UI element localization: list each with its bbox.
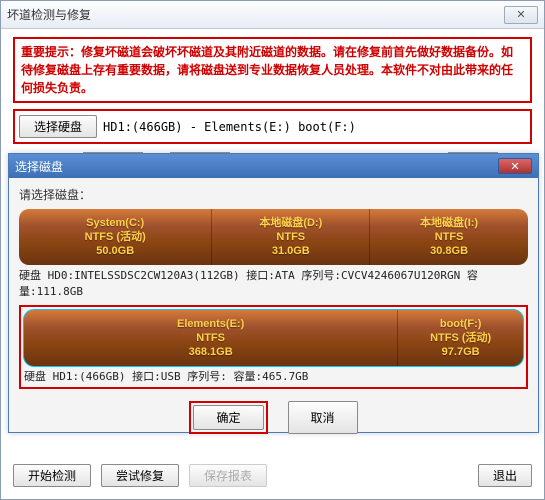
part-name: System(C:) <box>86 216 144 230</box>
select-disk-dialog: 选择磁盘 ✕ 请选择磁盘： ↖ System(C:) NTFS (活动) 50.… <box>8 153 539 433</box>
close-icon: ✕ <box>516 8 525 21</box>
part-size: 30.8GB <box>430 244 468 258</box>
dialog-prompt: 请选择磁盘： <box>19 186 528 203</box>
part-size: 368.1GB <box>189 345 233 359</box>
save-report-button[interactable]: 保存报表 <box>189 464 267 487</box>
part-fs: NTFS <box>276 230 305 244</box>
selected-disk-text: HD1:(466GB) - Elements(E:) boot(F:) <box>103 120 526 134</box>
exit-button[interactable]: 退出 <box>478 464 532 487</box>
disk0-bar[interactable]: ↖ System(C:) NTFS (活动) 50.0GB 本地磁盘(D:) N… <box>19 209 528 265</box>
partition[interactable]: boot(F:) NTFS (活动) 97.7GB <box>398 310 523 366</box>
disk-select-row: 选择硬盘 HD1:(466GB) - Elements(E:) boot(F:) <box>13 109 532 144</box>
partition[interactable]: Elements(E:) NTFS 368.1GB <box>24 310 398 366</box>
disk1-info: 硬盘 HD1:(466GB) 接口:USB 序列号: 容量:465.7GB <box>24 368 523 384</box>
part-fs: NTFS <box>196 331 225 345</box>
part-size: 50.0GB <box>96 244 134 258</box>
part-name: 本地磁盘(I:) <box>420 216 478 230</box>
dialog-body: 请选择磁盘： ↖ System(C:) NTFS (活动) 50.0GB 本地磁… <box>9 178 538 442</box>
disk1-highlight: Elements(E:) NTFS 368.1GB boot(F:) NTFS … <box>19 305 528 389</box>
part-name: Elements(E:) <box>177 317 244 331</box>
ok-button[interactable]: 确定 <box>193 405 263 430</box>
disk0-info: 硬盘 HD0:INTELSSDSC2CW120A3(112GB) 接口:ATA … <box>19 267 528 299</box>
part-fs: NTFS <box>435 230 464 244</box>
warning-text: 重要提示：修复坏磁道会破坏坏磁道及其附近磁道的数据。请在修复前首先做好数据备份。… <box>13 37 532 103</box>
start-scan-button[interactable]: 开始检测 <box>13 464 91 487</box>
main-window: 坏道检测与修复 ✕ 重要提示：修复坏磁道会破坏坏磁道及其附近磁道的数据。请在修复… <box>0 0 545 500</box>
dialog-close-button[interactable]: ✕ <box>498 158 532 174</box>
disk0-group: ↖ System(C:) NTFS (活动) 50.0GB 本地磁盘(D:) N… <box>19 209 528 299</box>
dialog-title: 选择磁盘 <box>15 158 498 175</box>
part-size: 31.0GB <box>272 244 310 258</box>
window-close-button[interactable]: ✕ <box>504 6 538 24</box>
try-repair-button[interactable]: 尝试修复 <box>101 464 179 487</box>
part-name: 本地磁盘(D:) <box>259 216 322 230</box>
cancel-button[interactable]: 取消 <box>288 401 358 434</box>
window-title: 坏道检测与修复 <box>7 6 504 23</box>
titlebar: 坏道检测与修复 ✕ <box>1 1 544 29</box>
disk1-bar[interactable]: Elements(E:) NTFS 368.1GB boot(F:) NTFS … <box>24 310 523 366</box>
part-fs: NTFS (活动) <box>85 230 146 244</box>
dialog-titlebar: 选择磁盘 ✕ <box>9 154 538 178</box>
dialog-buttons: 确定 取消 <box>19 401 528 434</box>
partition[interactable]: System(C:) NTFS (活动) 50.0GB <box>19 209 212 265</box>
close-icon: ✕ <box>510 160 519 173</box>
footer-buttons: 开始检测 尝试修复 保存报表 退出 <box>1 454 544 499</box>
part-name: boot(F:) <box>440 317 482 331</box>
disk1-group: Elements(E:) NTFS 368.1GB boot(F:) NTFS … <box>24 310 523 384</box>
select-disk-button[interactable]: 选择硬盘 <box>19 115 97 138</box>
partition[interactable]: 本地磁盘(I:) NTFS 30.8GB <box>370 209 528 265</box>
part-size: 97.7GB <box>442 345 480 359</box>
ok-highlight: 确定 <box>189 401 267 434</box>
part-fs: NTFS (活动) <box>430 331 491 345</box>
partition[interactable]: 本地磁盘(D:) NTFS 31.0GB <box>212 209 370 265</box>
